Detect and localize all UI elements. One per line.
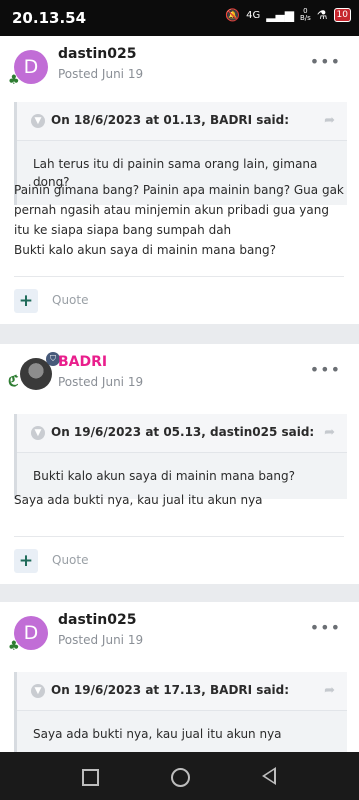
divider: [14, 276, 344, 277]
more-horizontal-icon[interactable]: •••: [310, 360, 341, 379]
status-time: 20.13.54: [12, 9, 87, 27]
status-icons: 🔕 4G ▂▄▆ 0 B/s ⚗ 10: [225, 8, 351, 22]
post-1: D ♣ dastin025 Posted Juni 19 ••• ▼ On 18…: [0, 36, 359, 324]
post-paragraph: Bukti kalo akun saya di mainin mana bang…: [14, 243, 276, 257]
quote-author: On 19/6/2023 at 17.13, BADRI said:: [51, 683, 290, 697]
post-date[interactable]: Posted Juni 19: [58, 375, 143, 389]
signal-icon: ▂▄▆: [266, 8, 294, 22]
post-paragraph: Saya ada bukti nya, kau jual itu akun ny…: [14, 493, 263, 507]
share-arrow-icon[interactable]: ➦: [324, 425, 335, 440]
system-nav-bar: [0, 752, 359, 800]
net-speed: 0 B/s: [299, 7, 311, 22]
post-text: Painin gimana bang? Painin apa mainin ba…: [14, 180, 346, 260]
quote-button[interactable]: Quote: [52, 293, 88, 307]
flask-icon: ⚗: [316, 8, 328, 22]
more-horizontal-icon[interactable]: •••: [310, 52, 341, 71]
quote-header[interactable]: ▼ On 18/6/2023 at 01.13, BADRI said: ➦: [17, 102, 347, 141]
chevron-down-icon[interactable]: ▼: [31, 114, 45, 128]
post-header: ℭ ⛉ BADRI Posted Juni 19 •••: [0, 344, 359, 406]
more-horizontal-icon[interactable]: •••: [310, 618, 341, 637]
quote-header[interactable]: ▼ On 19/6/2023 at 05.13, dastin025 said:…: [17, 414, 347, 453]
tree-badge-icon: ♣: [8, 639, 20, 654]
divider: [14, 536, 344, 537]
mute-icon: 🔕: [225, 8, 241, 22]
plus-icon[interactable]: +: [14, 289, 38, 313]
avatar[interactable]: ℭ ⛉: [8, 352, 60, 396]
quote-button[interactable]: Quote: [52, 553, 88, 567]
status-bar: 20.13.54 🔕 4G ▂▄▆ 0 B/s ⚗ 10: [0, 0, 359, 36]
post-header: D ♣ dastin025 Posted Juni 19 •••: [0, 36, 359, 98]
quote-body: Saya ada bukti nya, kau jual itu akun ny…: [33, 727, 282, 741]
post-2: ℭ ⛉ BADRI Posted Juni 19 ••• ▼ On 19/6/2…: [0, 344, 359, 584]
back-icon[interactable]: [262, 767, 276, 785]
username[interactable]: dastin025: [58, 46, 136, 62]
recent-apps-icon[interactable]: [82, 769, 99, 786]
avatar-logo-icon: ℭ: [8, 372, 19, 390]
tree-badge-icon: ♣: [8, 73, 20, 88]
share-arrow-icon[interactable]: ➦: [324, 683, 335, 698]
username[interactable]: BADRI: [58, 354, 107, 370]
post-date[interactable]: Posted Juni 19: [58, 633, 143, 647]
chevron-down-icon[interactable]: ▼: [31, 426, 45, 440]
post-header: D ♣ dastin025 Posted Juni 19 •••: [0, 602, 359, 664]
share-arrow-icon[interactable]: ➦: [324, 113, 335, 128]
chevron-down-icon[interactable]: ▼: [31, 684, 45, 698]
signal-label: 4G: [246, 9, 261, 21]
battery-icon: 10: [333, 8, 351, 22]
quote-author: On 18/6/2023 at 01.13, BADRI said:: [51, 113, 290, 127]
username[interactable]: dastin025: [58, 612, 136, 628]
post-date[interactable]: Posted Juni 19: [58, 67, 143, 81]
home-icon[interactable]: [171, 768, 190, 787]
post-3: D ♣ dastin025 Posted Juni 19 ••• ▼ On 19…: [0, 602, 359, 757]
quote-block: ▼ On 19/6/2023 at 17.13, BADRI said: ➦ S…: [14, 672, 347, 757]
quote-header[interactable]: ▼ On 19/6/2023 at 17.13, BADRI said: ➦: [17, 672, 347, 711]
quote-block: ▼ On 19/6/2023 at 05.13, dastin025 said:…: [14, 414, 347, 499]
plus-icon[interactable]: +: [14, 549, 38, 573]
post-paragraph: Painin gimana bang? Painin apa mainin ba…: [14, 183, 344, 237]
quote-author: On 19/6/2023 at 05.13, dastin025 said:: [51, 425, 315, 439]
post-text: Saya ada bukti nya, kau jual itu akun ny…: [14, 490, 346, 510]
